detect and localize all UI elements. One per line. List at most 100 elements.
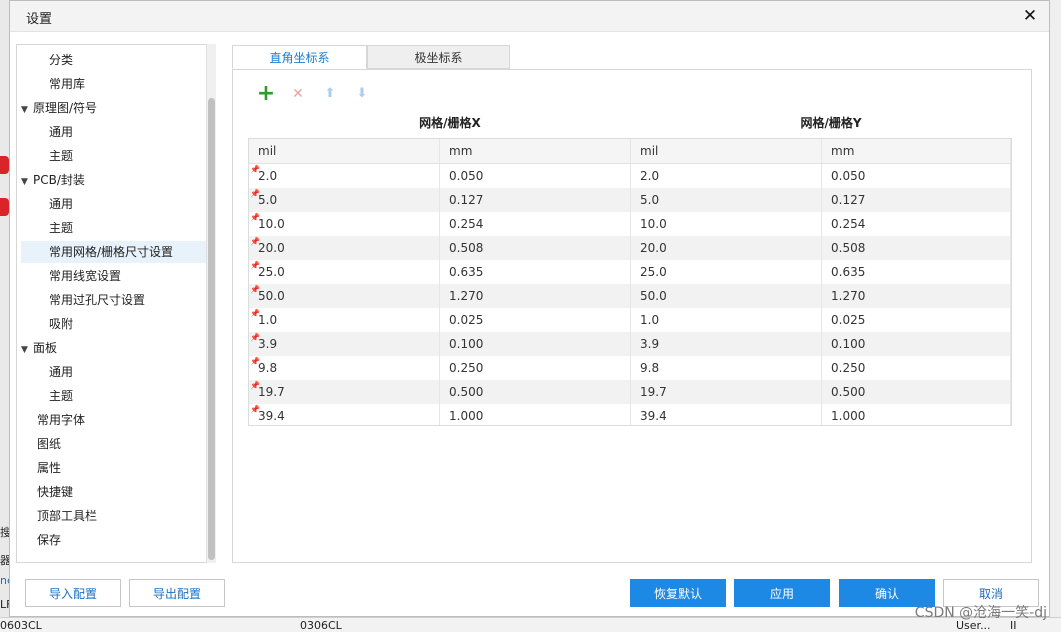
table-cell[interactable]: 0.127 [822, 188, 1011, 212]
table-cell[interactable]: 0.254 [440, 212, 631, 236]
tree-item[interactable]: 吸附 [49, 313, 73, 335]
tree-item[interactable]: ▼ 原理图/符号 [21, 97, 97, 119]
tree-scrollbar-thumb[interactable] [208, 98, 215, 560]
table-row[interactable]: 📌 19.7 0.500 19.7 0.500 [249, 380, 1011, 404]
tree-item[interactable]: 常用线宽设置 [49, 265, 121, 287]
table-row[interactable]: 📌 3.9 0.100 3.9 0.100 [249, 332, 1011, 356]
table-row[interactable]: 📌 5.0 0.127 5.0 0.127 [249, 188, 1011, 212]
table-cell[interactable]: 39.4 [249, 404, 440, 425]
delete-icon[interactable]: ✕ [288, 84, 308, 104]
table-cell[interactable]: 5.0 [249, 188, 440, 212]
background-fragment: LF [0, 598, 9, 611]
move-down-icon[interactable]: ⬇ [352, 84, 372, 104]
table-cell[interactable]: 2.0 [631, 164, 822, 188]
table-cell[interactable]: 20.0 [631, 236, 822, 260]
table-cell[interactable]: 0.635 [822, 260, 1011, 284]
tree-item[interactable]: 通用 [49, 361, 73, 383]
tree-item[interactable]: 主题 [49, 385, 73, 407]
apply-button[interactable]: 应用 [734, 579, 830, 607]
table-cell[interactable]: 2.0 [249, 164, 440, 188]
group-header-y: 网格/栅格Y [800, 116, 862, 130]
column-header[interactable]: mil [631, 139, 822, 163]
table-cell[interactable]: 1.000 [822, 404, 1011, 425]
table-row[interactable]: 📌 20.0 0.508 20.0 0.508 [249, 236, 1011, 260]
expand-arrow-icon[interactable]: ▼ [21, 99, 33, 121]
table-cell[interactable]: 9.8 [249, 356, 440, 380]
tree-item[interactable]: 分类 [49, 49, 73, 71]
table-cell[interactable]: 0.508 [440, 236, 631, 260]
table-cell[interactable]: 1.0 [249, 308, 440, 332]
add-icon[interactable]: + [256, 83, 276, 105]
column-header[interactable]: mm [440, 139, 631, 163]
tree-item[interactable]: 通用 [49, 193, 73, 215]
restore-default-button[interactable]: 恢复默认 [630, 579, 726, 607]
tree-item[interactable]: 顶部工具栏 [37, 505, 97, 527]
table-cell[interactable]: 0.025 [822, 308, 1011, 332]
table-cell[interactable]: 0.250 [822, 356, 1011, 380]
table-row[interactable]: 📌 1.0 0.025 1.0 0.025 [249, 308, 1011, 332]
tree-item[interactable]: ▼ 面板 [21, 337, 57, 359]
table-cell[interactable]: 0.127 [440, 188, 631, 212]
table-cell[interactable]: 9.8 [631, 356, 822, 380]
table-cell[interactable]: 25.0 [631, 260, 822, 284]
table-cell[interactable]: 0.050 [440, 164, 631, 188]
grid-size-table: mil mm mil mm 📌 2.0 0.050 2.0 0.050 📌 5.0 0.127 5.0 0… [248, 138, 1012, 426]
tree-item[interactable]: 常用过孔尺寸设置 [49, 289, 145, 311]
table-cell[interactable]: 50.0 [249, 284, 440, 308]
tree-item[interactable]: 快捷键 [37, 481, 73, 503]
table-cell[interactable]: 1.0 [631, 308, 822, 332]
tree-item[interactable]: 保存 [37, 529, 61, 551]
move-up-icon[interactable]: ⬆ [320, 84, 340, 104]
tab-cartesian[interactable]: 直角坐标系 [232, 45, 367, 69]
tree-item[interactable]: 属性 [37, 457, 61, 479]
table-cell[interactable]: 0.635 [440, 260, 631, 284]
table-cell[interactable]: 39.4 [631, 404, 822, 425]
table-row[interactable]: 📌 50.0 1.270 50.0 1.270 [249, 284, 1011, 308]
table-cell[interactable]: 10.0 [631, 212, 822, 236]
table-cell[interactable]: 20.0 [249, 236, 440, 260]
import-config-button[interactable]: 导入配置 [25, 579, 121, 607]
table-row[interactable]: 📌 25.0 0.635 25.0 0.635 [249, 260, 1011, 284]
table-cell[interactable]: 50.0 [631, 284, 822, 308]
table-cell[interactable]: 0.254 [822, 212, 1011, 236]
close-icon[interactable]: ✕ [1019, 5, 1041, 27]
table-cell[interactable]: 0.250 [440, 356, 631, 380]
tree-item[interactable]: ▼ PCB/封装 [21, 169, 85, 191]
table-row[interactable]: 📌 2.0 0.050 2.0 0.050 [249, 164, 1011, 188]
table-cell[interactable]: 0.025 [440, 308, 631, 332]
tree-item[interactable]: 常用库 [49, 73, 85, 95]
tree-item[interactable]: 主题 [49, 145, 73, 167]
table-cell[interactable]: 0.100 [440, 332, 631, 356]
column-header[interactable]: mil [249, 139, 440, 163]
table-cell[interactable]: 19.7 [631, 380, 822, 404]
tree-item[interactable]: 常用网格/栅格尺寸设置 [21, 241, 215, 263]
tree-item[interactable]: 常用字体 [37, 409, 85, 431]
column-header[interactable]: mm [822, 139, 1011, 163]
tree-item[interactable]: 通用 [49, 121, 73, 143]
table-cell[interactable]: 0.050 [822, 164, 1011, 188]
tree-item[interactable]: 图纸 [37, 433, 61, 455]
export-config-button[interactable]: 导出配置 [129, 579, 225, 607]
table-cell[interactable]: 3.9 [249, 332, 440, 356]
table-cell[interactable]: 19.7 [249, 380, 440, 404]
expand-arrow-icon[interactable]: ▼ [21, 171, 33, 193]
tree-item-label: 面板 [33, 341, 58, 355]
table-cell[interactable]: 0.100 [822, 332, 1011, 356]
table-cell[interactable]: 1.000 [440, 404, 631, 425]
table-row[interactable]: 📌 9.8 0.250 9.8 0.250 [249, 356, 1011, 380]
expand-arrow-icon[interactable]: ▼ [21, 339, 33, 361]
table-cell[interactable]: 0.500 [822, 380, 1011, 404]
table-cell[interactable]: 10.0 [249, 212, 440, 236]
table-cell[interactable]: 25.0 [249, 260, 440, 284]
table-cell[interactable]: 3.9 [631, 332, 822, 356]
table-cell[interactable]: 0.508 [822, 236, 1011, 260]
table-row[interactable]: 📌 10.0 0.254 10.0 0.254 [249, 212, 1011, 236]
tab-polar[interactable]: 极坐标系 [367, 45, 510, 69]
table-cell[interactable]: 5.0 [631, 188, 822, 212]
table-row[interactable]: 📌 39.4 1.000 39.4 1.000 [249, 404, 1011, 425]
table-cell[interactable]: 1.270 [440, 284, 631, 308]
watermark: CSDN @沧海一笑-dj [914, 605, 1047, 621]
tree-item[interactable]: 主题 [49, 217, 73, 239]
table-cell[interactable]: 1.270 [822, 284, 1011, 308]
table-cell[interactable]: 0.500 [440, 380, 631, 404]
